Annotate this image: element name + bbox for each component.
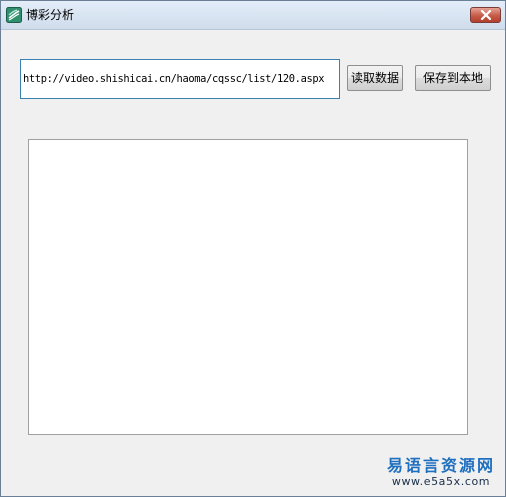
title-bar[interactable]: 博彩分析 — [1, 1, 505, 30]
url-input[interactable]: http://video.shishicai.cn/haoma/cqssc/li… — [20, 59, 340, 99]
window-title: 博彩分析 — [26, 8, 75, 22]
output-textarea[interactable] — [28, 139, 468, 435]
watermark: 易语言资源网 www.e5a5x.com — [379, 457, 503, 489]
app-logo-icon — [6, 7, 22, 23]
main-window: 博彩分析 http://video.shishicai.cn/haoma/cqs… — [0, 0, 506, 497]
watermark-name: 易语言资源网 — [386, 456, 495, 475]
watermark-site: www.e5a5x.com — [391, 475, 491, 488]
save-local-button[interactable]: 保存到本地 — [415, 65, 491, 91]
close-button[interactable] — [470, 7, 501, 23]
read-data-button[interactable]: 读取数据 — [347, 65, 403, 91]
close-icon — [480, 10, 492, 20]
